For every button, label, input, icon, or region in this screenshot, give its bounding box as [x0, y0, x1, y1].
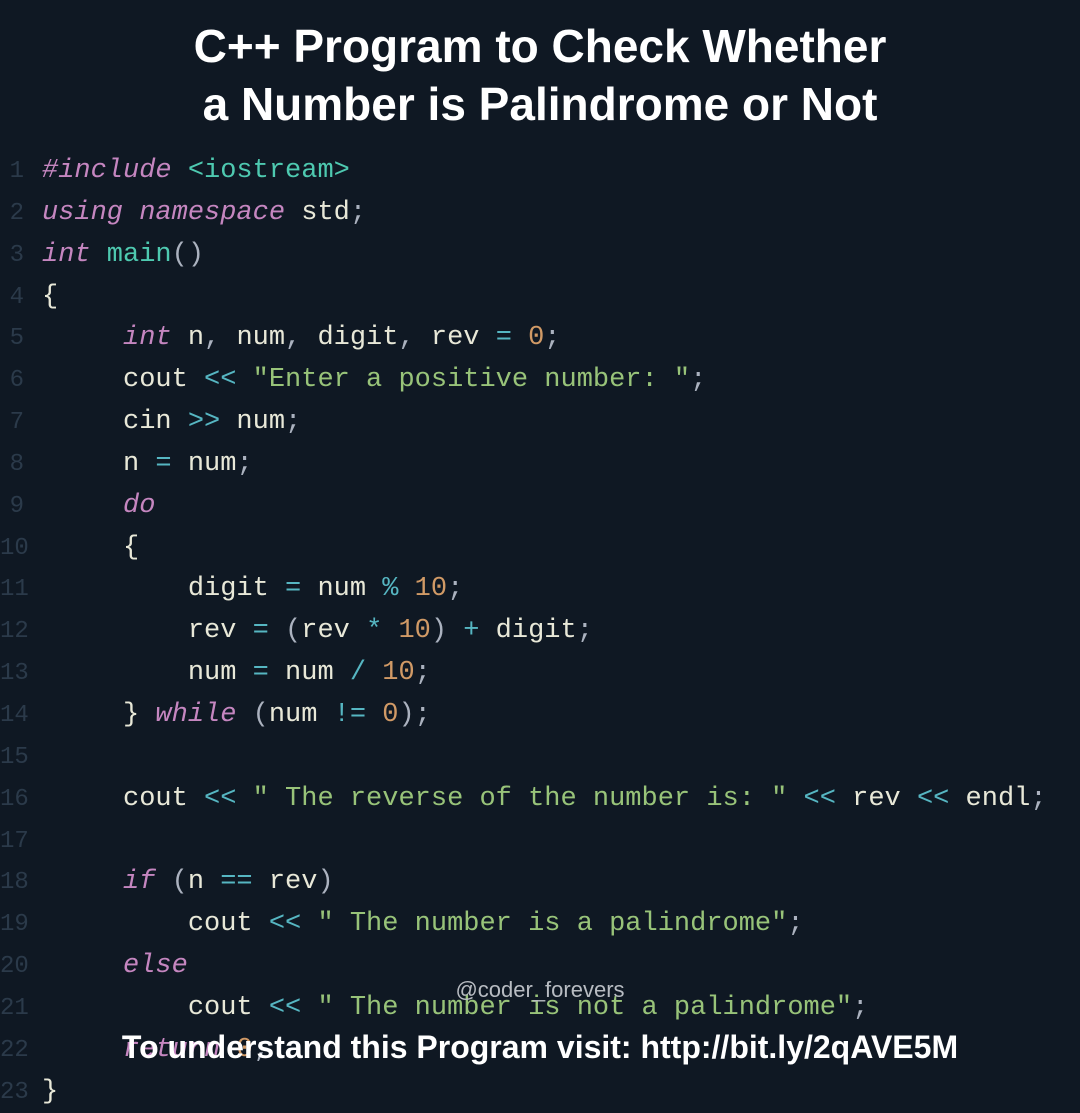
line-number: 23	[0, 1074, 42, 1111]
code-content: cin >> num;	[42, 402, 301, 444]
code-content: do	[42, 486, 155, 528]
line-number: 21	[0, 990, 42, 1027]
code-line: 3int main()	[0, 235, 1080, 277]
code-content: digit = num % 10;	[42, 569, 463, 611]
page-title: C++ Program to Check Whether a Number is…	[0, 0, 1080, 143]
line-number: 7	[0, 404, 42, 441]
line-number: 20	[0, 948, 42, 985]
code-content	[42, 737, 58, 779]
line-number: 14	[0, 697, 42, 734]
code-content: if (n == rev)	[42, 862, 334, 904]
line-number: 1	[0, 153, 42, 190]
title-line-2: a Number is Palindrome or Not	[203, 78, 878, 130]
code-line: 18 if (n == rev)	[0, 862, 1080, 904]
code-line: 10 {	[0, 528, 1080, 570]
code-block: 1#include <iostream>2using namespace std…	[0, 143, 1080, 1113]
code-line: 23}	[0, 1072, 1080, 1113]
code-content: }	[42, 1072, 58, 1113]
code-line: 5 int n, num, digit, rev = 0;	[0, 318, 1080, 360]
footer-link-text: To understand this Program visit: http:/…	[0, 1029, 1080, 1066]
code-content: int main()	[42, 235, 204, 277]
line-number: 10	[0, 530, 42, 567]
line-number: 11	[0, 571, 42, 608]
code-line: 13 num = num / 10;	[0, 653, 1080, 695]
code-line: 14 } while (num != 0);	[0, 695, 1080, 737]
line-number: 4	[0, 279, 42, 316]
line-number: 5	[0, 320, 42, 357]
line-number: 19	[0, 906, 42, 943]
code-content: rev = (rev * 10) + digit;	[42, 611, 593, 653]
code-line: 17	[0, 821, 1080, 863]
code-content: cout << "Enter a positive number: ";	[42, 360, 706, 402]
code-line: 19 cout << " The number is a palindrome"…	[0, 904, 1080, 946]
line-number: 6	[0, 362, 42, 399]
line-number: 17	[0, 823, 42, 860]
code-content: {	[42, 277, 58, 319]
code-line: 15	[0, 737, 1080, 779]
line-number: 9	[0, 488, 42, 525]
line-number: 3	[0, 237, 42, 274]
code-line: 16 cout << " The reverse of the number i…	[0, 779, 1080, 821]
line-number: 12	[0, 613, 42, 650]
line-number: 13	[0, 655, 42, 692]
watermark-handle: @coder_forevers	[455, 977, 624, 1003]
line-number: 16	[0, 781, 42, 818]
code-line: 6 cout << "Enter a positive number: ";	[0, 360, 1080, 402]
code-content: } while (num != 0);	[42, 695, 431, 737]
code-content: cout << " The reverse of the number is: …	[42, 779, 1047, 821]
code-content: using namespace std;	[42, 193, 366, 235]
line-number: 2	[0, 195, 42, 232]
code-line: 7 cin >> num;	[0, 402, 1080, 444]
code-content: int n, num, digit, rev = 0;	[42, 318, 561, 360]
line-number: 15	[0, 739, 42, 776]
code-content: #include <iostream>	[42, 151, 350, 193]
code-line: 4{	[0, 277, 1080, 319]
code-content: cout << " The number is a palindrome";	[42, 904, 804, 946]
code-line: 1#include <iostream>	[0, 151, 1080, 193]
title-line-1: C++ Program to Check Whether	[194, 20, 887, 72]
code-line: 11 digit = num % 10;	[0, 569, 1080, 611]
line-number: 8	[0, 446, 42, 483]
code-content: n = num;	[42, 444, 253, 486]
code-line: 12 rev = (rev * 10) + digit;	[0, 611, 1080, 653]
line-number: 18	[0, 864, 42, 901]
code-line: 2using namespace std;	[0, 193, 1080, 235]
code-line: 9 do	[0, 486, 1080, 528]
code-content: {	[42, 528, 139, 570]
code-content: num = num / 10;	[42, 653, 431, 695]
code-line: 8 n = num;	[0, 444, 1080, 486]
code-content	[42, 821, 58, 863]
code-content: else	[42, 946, 188, 988]
